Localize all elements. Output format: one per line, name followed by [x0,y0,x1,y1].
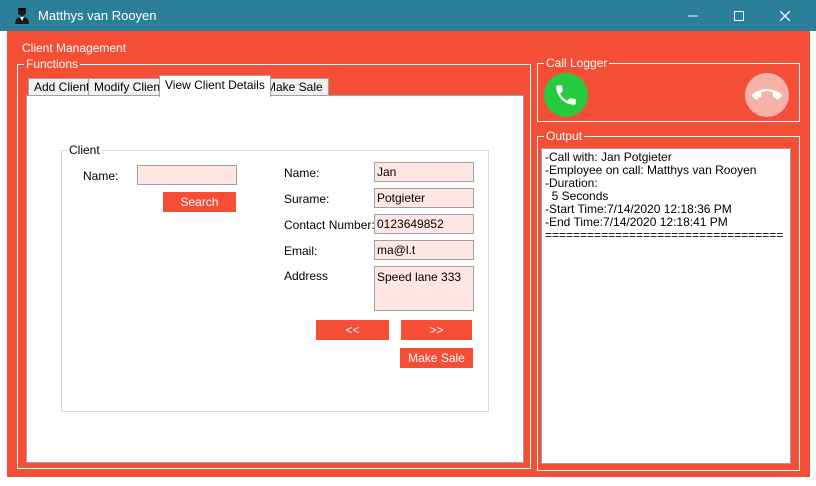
contact-number-field[interactable] [374,214,474,234]
window-title: Matthys van Rooyen [38,8,157,23]
functions-group-title: Functions [24,57,81,71]
maximize-button[interactable] [716,0,762,31]
minimize-icon [688,15,698,16]
call-logger-title: Call Logger [544,56,610,70]
next-client-button[interactable]: >> [401,320,472,340]
tab-view-client-details[interactable]: View Client Details [159,75,271,97]
email-field[interactable] [374,240,474,260]
output-title: Output [544,129,585,143]
minimize-button[interactable] [670,0,716,31]
output-log[interactable]: -Call with: Jan Potgieter -Employee on c… [541,148,791,464]
address-field[interactable]: Speed lane 333 [374,266,474,311]
search-name-input[interactable] [137,165,237,185]
hang-up-button[interactable] [745,73,789,117]
answer-call-button[interactable] [544,73,588,117]
output-line: ================================== [545,228,784,242]
close-icon [780,10,790,21]
contact-number-label: Contact Number: [284,218,375,232]
phone-hangup-icon [752,89,782,100]
menu-client-management[interactable]: Client Management [22,41,126,55]
name-label: Name: [284,166,320,180]
email-label: Email: [284,244,318,258]
previous-client-button[interactable]: << [316,320,389,340]
search-button[interactable]: Search [163,192,236,212]
client-group-title: Client [67,143,102,157]
search-name-label: Name: [83,169,119,183]
person-icon [15,8,29,24]
name-field[interactable] [374,162,474,182]
surname-label: Surame: [284,192,330,206]
phone-answer-icon [556,85,576,105]
view-client-details-page: Client Name: Search Name: Surame: Contac… [26,95,524,463]
form-body: Client Management Functions Add Client M… [7,31,810,477]
title-bar[interactable]: Matthys van Rooyen [0,0,816,31]
maximize-icon [734,10,744,21]
make-sale-button[interactable]: Make Sale [400,348,473,368]
surname-field[interactable] [374,188,474,208]
close-button[interactable] [762,0,808,31]
address-label: Address [284,269,329,283]
